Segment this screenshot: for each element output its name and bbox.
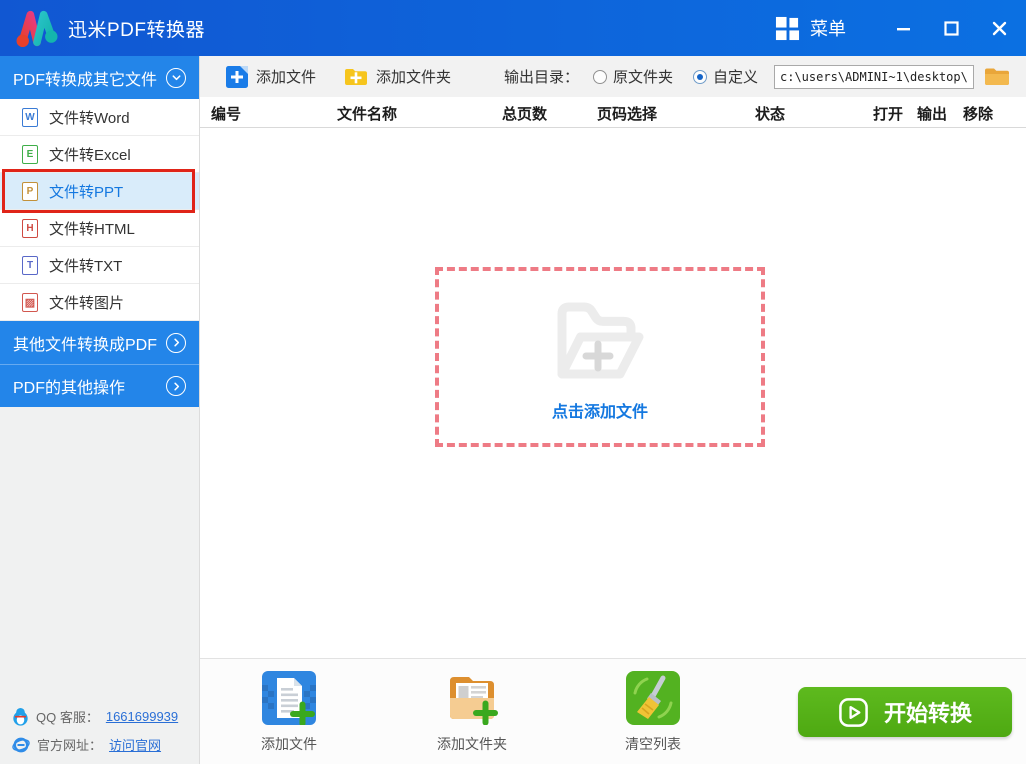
radio-custom-label[interactable]: 自定义 — [713, 66, 758, 87]
sidebar-item-label: 文件转TXT — [49, 257, 123, 275]
clear-list-icon — [626, 671, 680, 725]
bottom-action-bar: 添加文件 添加文件夹 清空列表 开始转换 — [200, 658, 1026, 764]
sidebar-section-pdf-to-other[interactable]: PDF转换成其它文件 — [0, 56, 199, 99]
file-list-area: 点击添加文件 — [200, 128, 1026, 658]
section-label: 其他文件转换成PDF — [13, 336, 158, 354]
qq-number-link[interactable]: 1661699939 — [106, 709, 178, 724]
sidebar-item-ppt[interactable]: P 文件转PPT — [0, 169, 199, 213]
word-doc-icon: W — [22, 107, 38, 127]
maximize-button[interactable] — [942, 19, 960, 37]
bottom-add-file-label: 添加文件 — [261, 736, 317, 752]
clear-list-label: 清空列表 — [625, 736, 681, 752]
col-page-select: 页码选择 — [597, 106, 658, 123]
bottom-add-folder-button[interactable]: 添加文件夹 — [424, 671, 520, 754]
ppt-doc-icon: P — [22, 181, 38, 201]
window-controls — [894, 19, 1008, 37]
add-file-button[interactable]: 添加文件 — [226, 65, 317, 88]
folder-plus-icon — [557, 302, 644, 379]
sidebar: PDF转换成其它文件 W 文件转Word E 文件转Excel P 文件转PPT — [0, 56, 200, 764]
conversion-list: W 文件转Word E 文件转Excel P 文件转PPT H 文件转HTML — [0, 99, 199, 321]
qq-icon — [13, 708, 28, 726]
clear-list-button[interactable]: 清空列表 — [605, 671, 701, 754]
app-logo-icon — [16, 10, 58, 48]
browse-folder-button[interactable] — [984, 66, 1010, 87]
col-remove: 移除 — [963, 106, 994, 123]
sidebar-item-label: 文件转Word — [49, 109, 130, 127]
main-panel: 添加文件 添加文件夹 输出目录： 原文件夹 自定义 c:\users\ADMIN… — [200, 56, 1026, 764]
play-icon — [839, 697, 868, 727]
close-button[interactable] — [990, 19, 1008, 37]
menu-button[interactable]: 菜单 — [775, 15, 846, 41]
bottom-add-file-button[interactable]: 添加文件 — [241, 671, 337, 754]
col-status: 状态 — [755, 106, 786, 123]
start-convert-button[interactable]: 开始转换 — [798, 687, 1012, 737]
chevron-down-icon — [166, 67, 186, 88]
add-file-icon — [226, 65, 248, 88]
dropzone-label: 点击添加文件 — [551, 404, 648, 421]
dropzone-add-files[interactable]: 点击添加文件 — [435, 267, 765, 447]
app-title: 迅米PDF转换器 — [68, 19, 206, 41]
add-file-big-icon — [262, 671, 316, 725]
col-open: 打开 — [873, 106, 904, 123]
maximize-icon — [943, 20, 959, 36]
output-directory-group: 输出目录： 原文件夹 自定义 — [503, 64, 1010, 89]
txt-doc-icon: T — [22, 255, 38, 275]
file-table-header: 编号 文件名称 总页数 页码选择 状态 打开 输出 移除 — [200, 97, 1026, 128]
support-info: QQ 客服： 1661699939 官方网址： 访问官网 — [12, 698, 178, 754]
add-folder-icon — [345, 68, 368, 85]
minimize-icon — [896, 27, 910, 30]
radio-original-label[interactable]: 原文件夹 — [613, 66, 673, 87]
add-folder-big-icon — [450, 677, 498, 725]
radio-original-folder[interactable] — [592, 69, 607, 84]
chevron-right-icon — [166, 332, 186, 353]
excel-doc-icon: E — [22, 144, 38, 164]
close-icon — [992, 21, 1006, 35]
qq-support-row: QQ 客服： 1661699939 — [12, 707, 178, 726]
qq-label: QQ 客服： — [36, 710, 99, 725]
sidebar-item-excel[interactable]: E 文件转Excel — [0, 136, 199, 173]
app-window: 迅米PDF转换器 菜单 PDF转换成其它文件 W 文件转Word E 文件转Ex… — [0, 0, 1026, 764]
radio-custom[interactable] — [692, 69, 707, 84]
sidebar-item-txt[interactable]: T 文件转TXT — [0, 247, 199, 284]
sidebar-item-image[interactable]: ▨ 文件转图片 — [0, 284, 199, 321]
section-label: PDF转换成其它文件 — [13, 71, 158, 89]
html-doc-icon: H — [22, 218, 38, 238]
col-output: 输出 — [917, 106, 948, 123]
sidebar-item-label: 文件转图片 — [49, 294, 125, 312]
website-label: 官方网址： — [37, 738, 103, 753]
sidebar-section-other-to-pdf[interactable]: 其他文件转换成PDF — [0, 321, 199, 364]
col-filename: 文件名称 — [337, 106, 398, 123]
bottom-add-folder-label: 添加文件夹 — [437, 736, 507, 752]
toolbar: 添加文件 添加文件夹 输出目录： 原文件夹 自定义 — [200, 56, 1026, 97]
sidebar-item-html[interactable]: H 文件转HTML — [0, 210, 199, 247]
add-folder-button[interactable]: 添加文件夹 — [344, 66, 451, 87]
sidebar-item-word[interactable]: W 文件转Word — [0, 99, 199, 136]
sidebar-item-label: 文件转PPT — [49, 183, 124, 201]
image-doc-icon: ▨ — [22, 292, 38, 312]
section-label: PDF的其他操作 — [13, 380, 126, 397]
minimize-button[interactable] — [894, 19, 912, 37]
output-dir-label: 输出目录： — [503, 69, 579, 86]
col-total-pages: 总页数 — [502, 106, 548, 123]
add-folder-label: 添加文件夹 — [376, 69, 452, 86]
browse-folder-icon — [985, 68, 1009, 85]
chevron-right-icon — [166, 376, 186, 396]
start-convert-label: 开始转换 — [883, 701, 972, 726]
website-link[interactable]: 访问官网 — [109, 735, 161, 754]
add-file-label: 添加文件 — [256, 69, 317, 86]
grid-menu-icon — [775, 16, 800, 40]
output-path-input[interactable] — [774, 64, 974, 89]
title-bar: 迅米PDF转换器 菜单 — [0, 0, 1026, 56]
ie-browser-icon — [12, 737, 30, 752]
menu-label: 菜单 — [810, 19, 846, 39]
website-row: 官方网址： 访问官网 — [12, 735, 178, 754]
sidebar-item-label: 文件转HTML — [49, 220, 135, 238]
sidebar-section-pdf-other-ops[interactable]: PDF的其他操作 — [0, 364, 199, 407]
sidebar-item-label: 文件转Excel — [49, 146, 131, 164]
col-number: 编号 — [211, 106, 242, 123]
